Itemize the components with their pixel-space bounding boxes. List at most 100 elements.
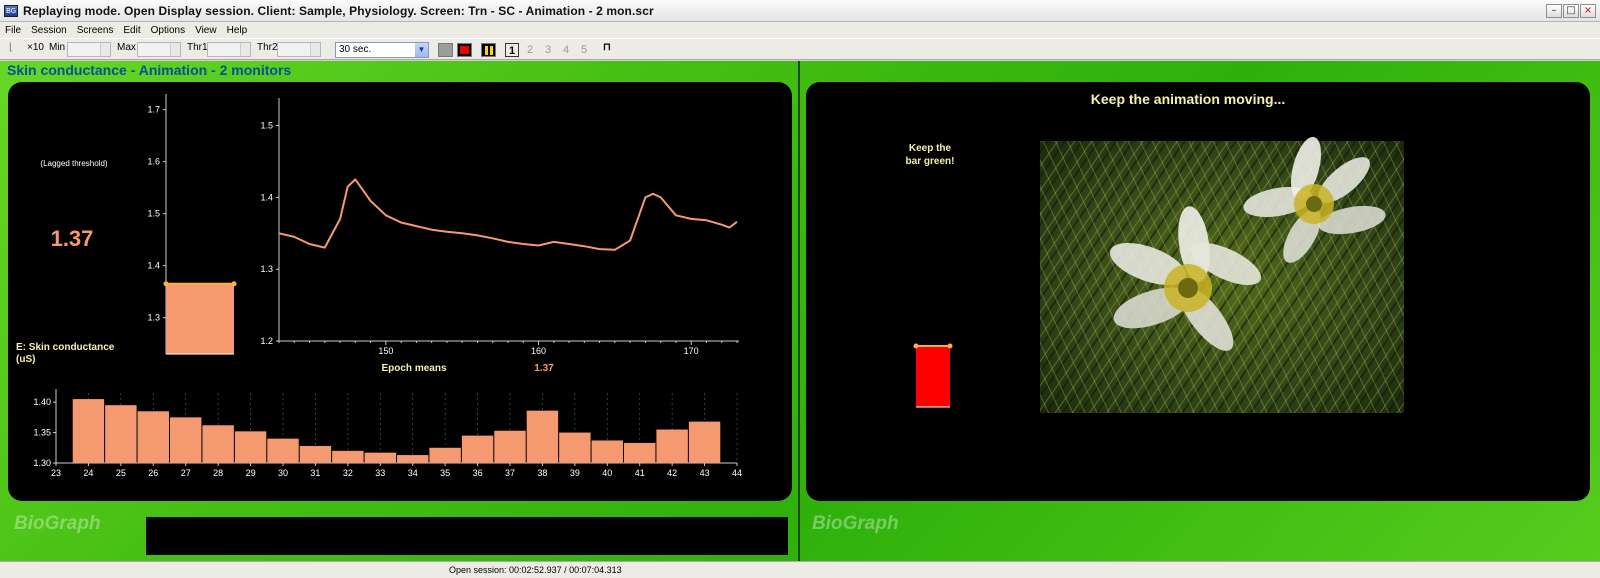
epoch-bar: [591, 440, 623, 463]
bar-chart-x-tick-label: 29: [246, 468, 256, 478]
gauge-tick-label: 1.7: [147, 105, 160, 115]
max-spinner[interactable]: [137, 42, 181, 57]
bar-chart-x-tick-label: 32: [343, 468, 353, 478]
bar-chart-x-tick-label: 41: [635, 468, 645, 478]
left-monitor-panel: (Lagged threshold) 1.37 E: Skin conducta…: [8, 82, 792, 501]
epoch-bar: [526, 410, 559, 463]
axis-icon[interactable]: ⌊: [9, 42, 13, 53]
line-chart-x-tick-label: 160: [531, 346, 546, 356]
menu-bar: File Session Screens Edit Options View H…: [0, 22, 1600, 38]
bar-chart-x-tick-label: 26: [148, 468, 158, 478]
bar-chart-x-tick-label: 40: [602, 468, 612, 478]
biograph-logo-left: BioGraph: [14, 513, 101, 534]
minimize-button[interactable]: –: [1546, 4, 1562, 18]
bar-chart-x-tick-label: 28: [213, 468, 223, 478]
display-screen: Skin conductance - Animation - 2 monitor…: [0, 61, 1600, 561]
epoch-bar: [688, 421, 721, 463]
pause-icon: [485, 46, 488, 55]
epoch-means-value: 1.37: [534, 363, 554, 374]
window-title: Replaying mode. Open Display session. Cl…: [23, 3, 654, 18]
close-button[interactable]: ×: [1580, 4, 1596, 18]
instruction-line-1: Keep the: [909, 143, 952, 154]
epoch-bar: [105, 405, 137, 463]
duration-select[interactable]: 30 sec. ▼: [335, 42, 429, 58]
title-bar: BG Replaying mode. Open Display session.…: [0, 0, 1600, 22]
menu-help[interactable]: Help: [222, 25, 253, 36]
epoch-bar: [137, 411, 169, 463]
epoch-bar: [72, 399, 105, 463]
menu-view[interactable]: View: [190, 25, 222, 36]
gauge-marker-right: [231, 281, 237, 287]
thr2-label: Thr2: [257, 42, 278, 53]
thr1-spinner[interactable]: [207, 42, 251, 57]
menu-session[interactable]: Session: [26, 25, 72, 36]
page-3-button[interactable]: 3: [541, 43, 555, 57]
epoch-bar: [234, 431, 267, 463]
page-2-button[interactable]: 2: [523, 43, 537, 57]
epoch-bar: [624, 442, 656, 463]
epoch-means-label: Epoch means: [381, 363, 446, 374]
bar-chart-x-tick-label: 25: [116, 468, 126, 478]
app-icon: BG: [4, 4, 18, 17]
bar-chart-x-tick-label: 36: [473, 468, 483, 478]
epoch-bar: [494, 430, 526, 463]
line-chart-y-tick-label: 1.2: [260, 336, 273, 346]
line-chart-x-tick-label: 170: [684, 346, 699, 356]
bar-chart-x-tick-label: 27: [181, 468, 191, 478]
bar-chart-x-tick-label: 30: [278, 468, 288, 478]
bar-chart: 1.30 1.35 1.40 23 24 25 26 27 28 29 30 31 32 33 34 35 36…: [33, 389, 742, 478]
thr1-label: Thr1: [187, 42, 208, 53]
bar-chart-x-tick-label: 43: [700, 468, 710, 478]
line-chart-y-tick-label: 1.3: [260, 264, 273, 274]
threshold-value: 1.37: [51, 226, 94, 251]
epoch-bar: [461, 435, 494, 463]
screen-title: Skin conductance - Animation - 2 monitor…: [7, 62, 292, 78]
gauge-tick-label: 1.3: [147, 313, 160, 323]
gauge-tick-label: 1.6: [147, 157, 160, 167]
page-4-button[interactable]: 4: [559, 43, 573, 57]
menu-options[interactable]: Options: [146, 25, 190, 36]
epoch-bar: [656, 429, 688, 463]
toolbar: ⌊ ×10 Min Max Thr1 Thr2 30 sec. ▼ 1 2 3 …: [0, 38, 1600, 60]
threshold-label: (Lagged threshold): [40, 159, 107, 168]
bar-chart-y-tick-label: 1.35: [33, 428, 51, 438]
gauge-tick-label: 1.4: [147, 261, 160, 271]
line-chart-x-tick-label: 150: [378, 346, 393, 356]
epoch-bar: [397, 455, 429, 463]
epoch-bar: [170, 417, 202, 463]
bar-gauge: 1.7 1.6 1.5 1.4 1.3: [147, 94, 237, 355]
bar-chart-y-tick-label: 1.40: [33, 397, 51, 407]
bar-chart-x-tick-label: 31: [310, 468, 320, 478]
right-panel-graphics: Keep the animation moving... Keep the ba…: [906, 91, 1404, 413]
channel-label: E: Skin conductance: [16, 342, 115, 353]
step-icon[interactable]: ⊓: [603, 42, 611, 53]
min-spinner[interactable]: [67, 42, 111, 57]
epoch-bar: [429, 447, 461, 463]
threshold-marker-right: [947, 343, 953, 349]
epoch-bar: [202, 425, 234, 463]
bar-chart-x-tick-label: 24: [83, 468, 93, 478]
maximize-button[interactable]: □: [1563, 4, 1579, 18]
bar-chart-x-tick-label: 35: [440, 468, 450, 478]
pause-button[interactable]: [481, 43, 496, 57]
record-button[interactable]: [457, 43, 472, 57]
bar-chart-x-tick-label: 33: [375, 468, 385, 478]
menu-edit[interactable]: Edit: [118, 25, 145, 36]
menu-screens[interactable]: Screens: [72, 25, 119, 36]
menu-file[interactable]: File: [0, 25, 26, 36]
epoch-bar: [559, 432, 591, 463]
feedback-strip: [146, 517, 788, 555]
bar-chart-x-tick-label: 42: [667, 468, 677, 478]
page-5-button[interactable]: 5: [577, 43, 591, 57]
line-chart-y-tick-label: 1.5: [260, 121, 273, 131]
bar-chart-x-tick-label: 38: [537, 468, 547, 478]
thr2-spinner[interactable]: [277, 42, 321, 57]
gauge-marker-left: [163, 281, 169, 287]
flower-animation-image: [1040, 136, 1404, 413]
bar-chart-x-tick-label: 44: [732, 468, 742, 478]
page-1-button[interactable]: 1: [505, 43, 519, 57]
max-label: Max: [117, 42, 136, 53]
line-chart: 1.2 1.3 1.4 1.5 150 160 170: [260, 98, 739, 356]
scale-toggle[interactable]: ×10: [27, 42, 44, 53]
stop-button[interactable]: [438, 43, 453, 57]
